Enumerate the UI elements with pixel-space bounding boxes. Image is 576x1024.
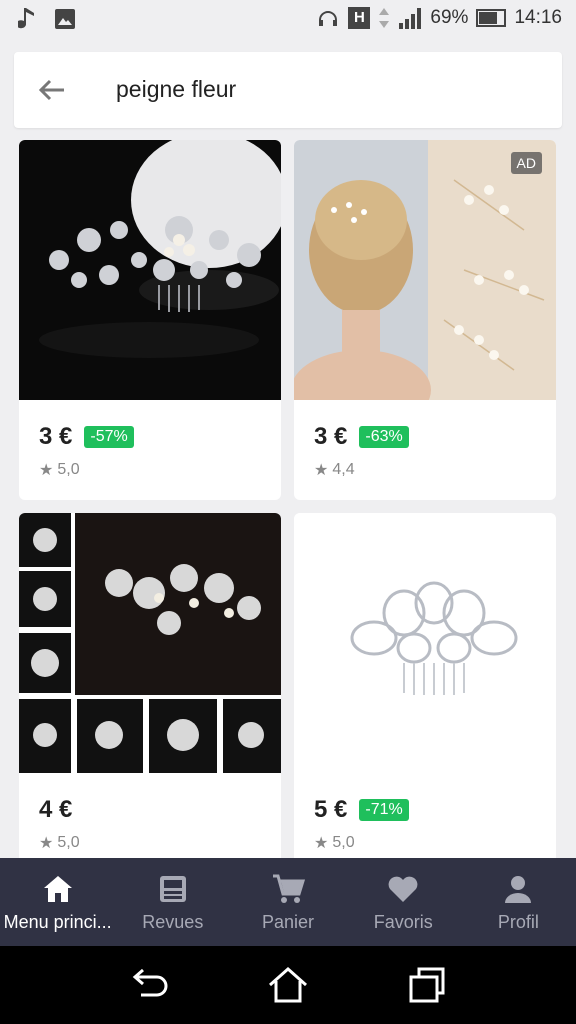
- product-image[interactable]: [19, 513, 281, 773]
- nav-label: Menu princi...: [3, 911, 112, 932]
- rating-value: 5,0: [332, 834, 355, 851]
- rating-value: 4,4: [332, 461, 355, 478]
- headphones-icon: [319, 11, 338, 26]
- signal-icon: [399, 8, 422, 29]
- product-price: 5 €: [314, 796, 348, 823]
- product-image[interactable]: [19, 140, 281, 400]
- product-price: 3 €: [39, 423, 73, 450]
- nav-label: Favoris: [373, 911, 433, 932]
- star-icon: ★: [314, 835, 329, 852]
- cart-icon: [273, 874, 305, 903]
- battery-icon: [476, 9, 507, 27]
- product-rating: ★ 5,0: [39, 460, 80, 480]
- product-card[interactable]: 3 € -57% ★ 5,0: [19, 140, 281, 500]
- product-rating: ★ 4,4: [314, 460, 355, 480]
- nav-panier[interactable]: Panier: [230, 858, 345, 946]
- rating-value: 5,0: [57, 834, 80, 851]
- system-back-icon[interactable]: [127, 963, 171, 1007]
- back-arrow-icon[interactable]: [36, 74, 68, 106]
- battery-percent: 69%: [430, 7, 469, 28]
- discount-badge: -71%: [359, 799, 409, 821]
- nav-home[interactable]: Menu princi...: [0, 858, 115, 946]
- nav-label: Profil: [497, 911, 539, 932]
- image-icon: [55, 9, 75, 29]
- product-card[interactable]: 5 € -71% ★ 5,0: [294, 513, 556, 858]
- product-image[interactable]: AD: [294, 140, 556, 400]
- rating-value: 5,0: [57, 461, 80, 478]
- ad-badge: AD: [510, 152, 542, 174]
- product-card[interactable]: AD 3 € -63% ★ 4,4: [294, 140, 556, 500]
- search-bar[interactable]: peigne fleur: [14, 52, 562, 128]
- product-card[interactable]: 4 € ★ 5,0: [19, 513, 281, 858]
- music-note-icon: [18, 8, 34, 29]
- product-image[interactable]: [294, 513, 556, 773]
- bottom-navigation: Menu princi... Revues Panier Favoris Pro…: [0, 858, 576, 946]
- system-home-icon[interactable]: [266, 963, 310, 1007]
- network-type-badge: H: [348, 7, 371, 29]
- clock: 14:16: [514, 7, 562, 28]
- search-query[interactable]: peigne fleur: [116, 76, 236, 103]
- nav-favoris[interactable]: Favoris: [346, 858, 461, 946]
- system-navigation-bar: [0, 946, 576, 1024]
- status-bar: H 69% 14:16: [0, 0, 576, 38]
- discount-badge: -57%: [84, 426, 134, 448]
- product-rating: ★ 5,0: [314, 833, 355, 853]
- product-grid: 3 € -57% ★ 5,0 AD 3 € -63% ★ 4,4 4 € ★ 5…: [0, 140, 576, 858]
- person-icon: [505, 875, 532, 903]
- nav-label: Revues: [142, 911, 204, 932]
- product-rating: ★ 5,0: [39, 833, 80, 853]
- system-recents-icon[interactable]: [405, 963, 449, 1007]
- nav-profil[interactable]: Profil: [461, 858, 576, 946]
- discount-badge: -63%: [359, 426, 409, 448]
- product-price: 4 €: [39, 796, 73, 823]
- home-icon: [43, 875, 72, 902]
- star-icon: ★: [314, 462, 329, 479]
- feed-icon: [159, 875, 186, 902]
- heart-icon: [388, 876, 418, 902]
- nav-revues[interactable]: Revues: [115, 858, 230, 946]
- data-arrows-icon: [379, 8, 390, 28]
- nav-label: Panier: [261, 911, 315, 932]
- product-price: 3 €: [314, 423, 348, 450]
- star-icon: ★: [39, 462, 54, 479]
- star-icon: ★: [39, 835, 54, 852]
